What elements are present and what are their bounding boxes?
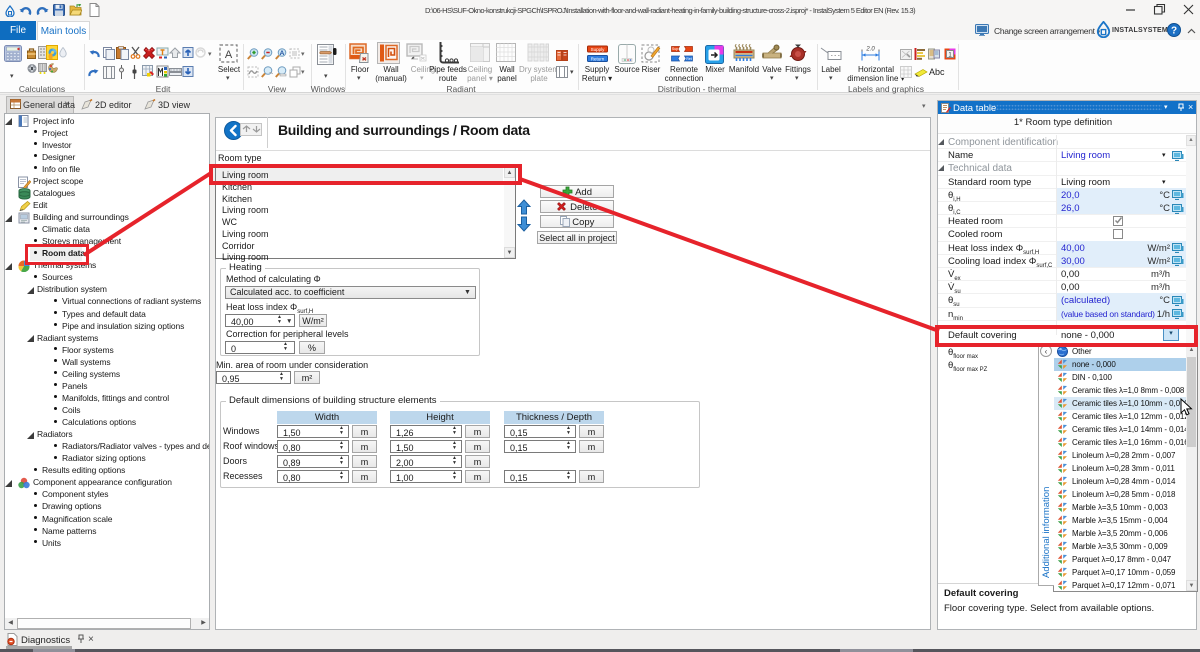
svg-text:A: A — [280, 50, 285, 57]
svg-text:Sup: Sup — [672, 47, 678, 51]
svg-text:Supply: Supply — [591, 47, 606, 52]
svg-text:Ret: Ret — [686, 57, 691, 61]
svg-text:2.0: 2.0 — [865, 47, 875, 53]
svg-text:A: A — [225, 49, 233, 61]
svg-text:?: ? — [1171, 26, 1177, 37]
svg-text:Return: Return — [591, 56, 605, 61]
